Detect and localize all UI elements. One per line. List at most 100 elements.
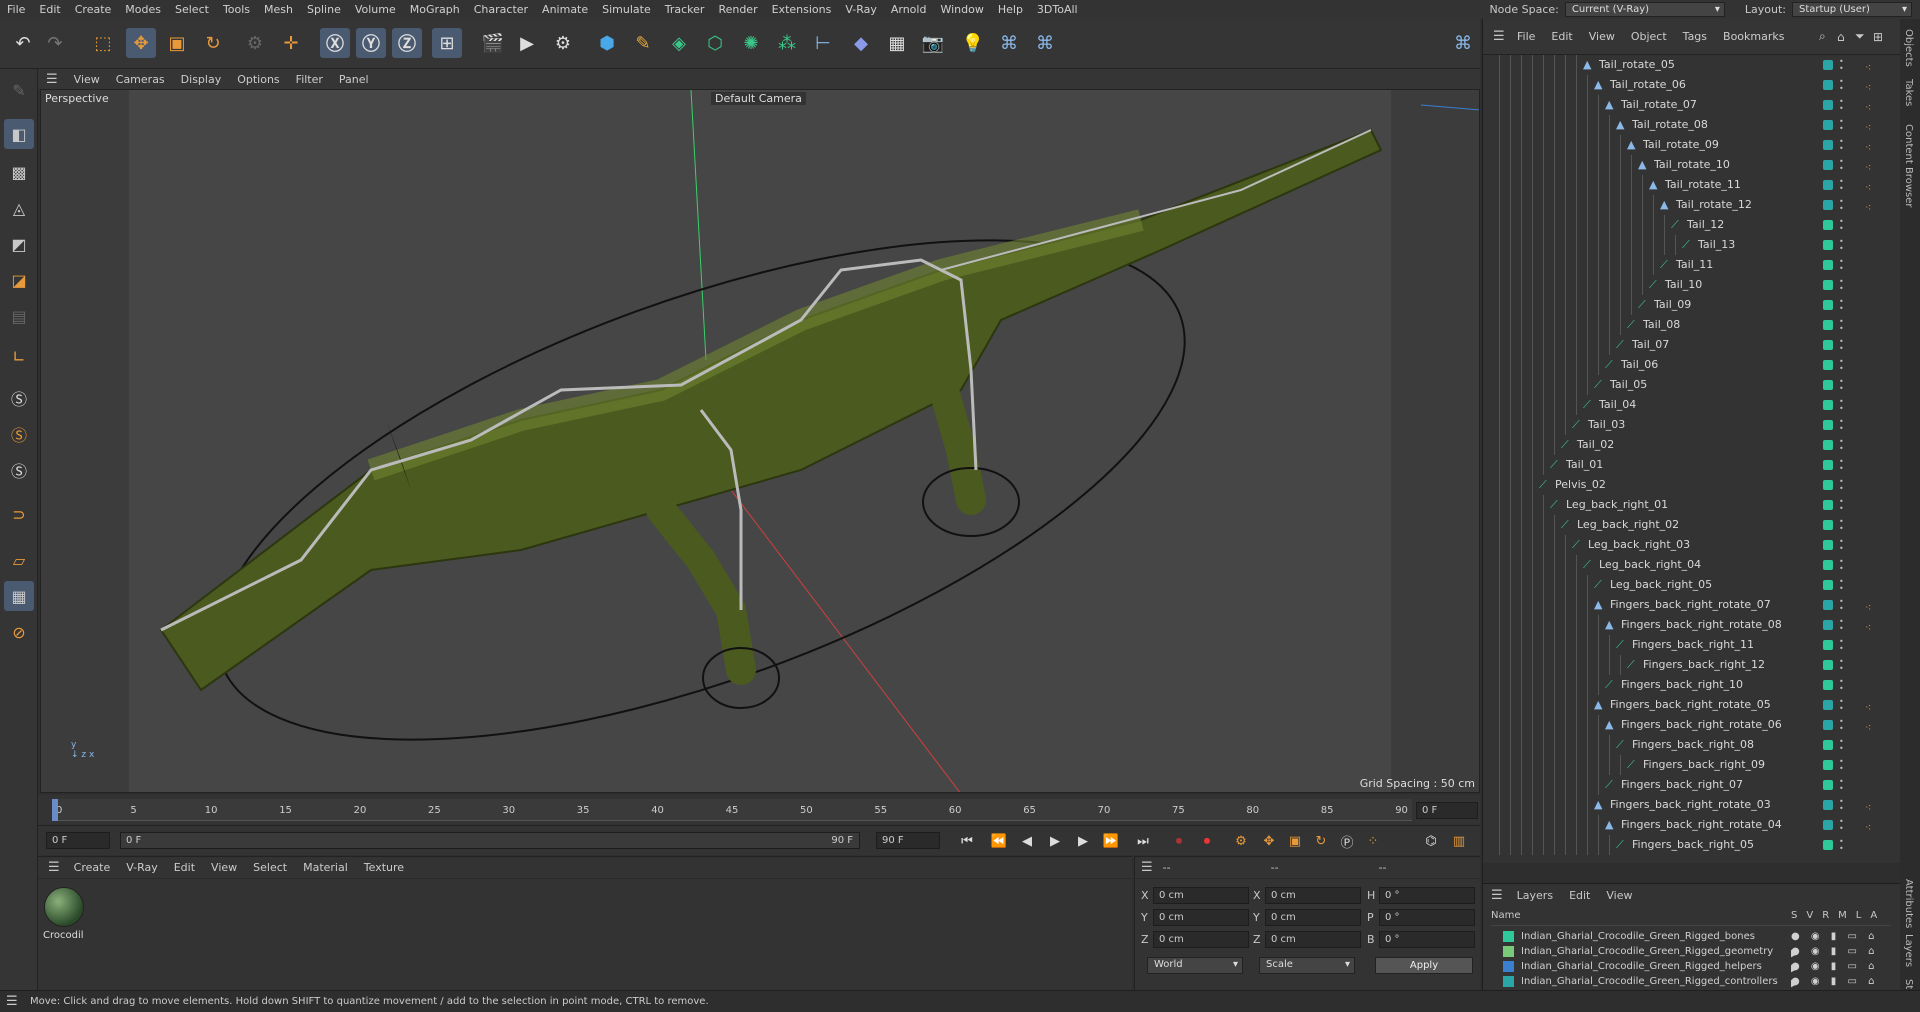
tree-row[interactable]: ▲ Tail_rotate_07 • • ⁖ [1483, 95, 1901, 115]
polygons-mode-icon[interactable]: ◪ [4, 265, 34, 295]
visibility-dots-icon[interactable]: • • [1839, 798, 1844, 813]
objects-menu-2[interactable]: View [1581, 30, 1623, 43]
layer-color-swatch[interactable] [1503, 946, 1514, 957]
menu-item-4[interactable]: Select [168, 0, 216, 19]
tree-row[interactable]: ▲ Fingers_back_right_rotate_04 • • ⁖ [1483, 815, 1901, 835]
object-name[interactable]: Tail_09 [1654, 295, 1691, 315]
frame-range-slider[interactable]: 0 F 90 F [120, 832, 860, 849]
python-icon[interactable]: ⌘ [994, 28, 1024, 58]
tree-row[interactable]: ▲ Tail_rotate_09 • • ⁖ [1483, 135, 1901, 155]
home-icon[interactable]: ⌂ [1837, 30, 1845, 44]
layer-color-swatch[interactable] [1503, 976, 1514, 987]
visibility-dots-icon[interactable]: • • [1839, 98, 1844, 113]
tree-row[interactable]: ⟋ Tail_01 • • [1483, 455, 1901, 475]
snap-mode-icon[interactable]: Ⓢ [4, 455, 34, 485]
model-mode-icon[interactable]: ◧ [4, 119, 34, 149]
object-name[interactable]: Fingers_back_right_08 [1632, 735, 1754, 755]
menu-item-5[interactable]: Tools [216, 0, 257, 19]
viewport-menu-2[interactable]: Display [173, 73, 230, 86]
tree-row[interactable]: ▲ Fingers_back_right_rotate_08 • • ⁖ [1483, 615, 1901, 635]
tree-row[interactable]: ▲ Fingers_back_right_rotate_03 • • ⁖ [1483, 795, 1901, 815]
pos-z-field[interactable]: 0 cm [1153, 931, 1249, 948]
material-hamburger-icon[interactable]: ☰ [42, 860, 66, 875]
camera-icon[interactable]: 📷 [918, 28, 948, 58]
cloner-icon[interactable]: ✺ [736, 28, 766, 58]
tree-row[interactable]: ⟋ Pelvis_02 • • [1483, 475, 1901, 495]
viewport-menu-1[interactable]: Cameras [108, 73, 173, 86]
uv-mode-icon[interactable]: ▤ [4, 301, 34, 331]
tree-row[interactable]: ⟋ Leg_back_right_01 • • [1483, 495, 1901, 515]
side-tab-2[interactable]: Content Browser [1903, 124, 1914, 207]
new-window-icon[interactable]: ⊞ [1873, 30, 1883, 44]
texture-mode-icon[interactable]: ▩ [4, 157, 34, 187]
object-name[interactable]: Leg_back_right_02 [1577, 515, 1679, 535]
tree-row[interactable]: ⟋ Tail_03 • • [1483, 415, 1901, 435]
tree-row[interactable]: ▲ Fingers_back_right_rotate_05 • • ⁖ [1483, 695, 1901, 715]
visibility-dots-icon[interactable]: • • [1839, 838, 1844, 853]
object-name[interactable]: Fingers_back_right_rotate_07 [1610, 595, 1771, 615]
visibility-dots-icon[interactable]: • • [1839, 458, 1844, 473]
undo-icon[interactable]: ↶ [8, 28, 38, 58]
object-tree[interactable]: ▲ Tail_rotate_05 • • ⁖ ▲ Tail_rotate_06 • • ⁖ ▲ T… [1483, 55, 1901, 863]
pos-y-field[interactable]: 0 cm [1153, 909, 1249, 926]
visibility-dots-icon[interactable]: • • [1839, 138, 1844, 153]
rot-h-field[interactable]: 0 ° [1379, 887, 1475, 904]
layer-color-swatch[interactable] [1503, 931, 1514, 942]
visibility-dots-icon[interactable]: • • [1839, 318, 1844, 333]
menu-item-12[interactable]: Simulate [595, 0, 658, 19]
menu-item-2[interactable]: Create [68, 0, 119, 19]
menu-item-13[interactable]: Tracker [658, 0, 712, 19]
visibility-dots-icon[interactable]: • • [1839, 258, 1844, 273]
object-name[interactable]: Tail_rotate_06 [1610, 75, 1686, 95]
object-name[interactable]: Tail_rotate_08 [1632, 115, 1708, 135]
current-frame-field[interactable]: 0 F [1416, 802, 1478, 819]
object-name[interactable]: Fingers_back_right_05 [1632, 835, 1754, 855]
layer-color-swatch[interactable] [1503, 961, 1514, 972]
visibility-dots-icon[interactable]: • • [1839, 418, 1844, 433]
visibility-dots-icon[interactable]: • • [1839, 338, 1844, 353]
menu-item-9[interactable]: MoGraph [403, 0, 467, 19]
tree-row[interactable]: ⟋ Fingers_back_right_05 • • [1483, 835, 1901, 855]
deformer-icon[interactable]: ⊢ [808, 28, 838, 58]
objects-menu-4[interactable]: Tags [1675, 30, 1715, 43]
tree-row[interactable]: ⟋ Leg_back_right_03 • • [1483, 535, 1901, 555]
tree-row[interactable]: ⟋ Leg_back_right_04 • • [1483, 555, 1901, 575]
object-name[interactable]: Fingers_back_right_07 [1621, 775, 1743, 795]
filter-icon[interactable]: ⏷ [1855, 29, 1865, 44]
key-selection-icon[interactable]: ⚙ [1230, 831, 1252, 851]
extrude-icon[interactable]: ⬡ [700, 28, 730, 58]
tree-row[interactable]: ⟋ Tail_11 • • [1483, 255, 1901, 275]
redo-icon[interactable]: ↷ [40, 28, 70, 58]
layers-menu-2[interactable]: View [1598, 889, 1640, 902]
side-tab-0[interactable]: Objects [1903, 29, 1914, 67]
snap-icon[interactable]: Ⓢ [4, 383, 34, 413]
tree-row[interactable]: ⟋ Tail_05 • • [1483, 375, 1901, 395]
material-menu-2[interactable]: Edit [166, 861, 203, 874]
visibility-dots-icon[interactable]: • • [1839, 298, 1844, 313]
tree-row[interactable]: ⟋ Fingers_back_right_09 • • [1483, 755, 1901, 775]
visibility-dots-icon[interactable]: • • [1839, 718, 1844, 733]
visibility-dots-icon[interactable]: • • [1839, 218, 1844, 233]
visibility-dots-icon[interactable]: • • [1839, 378, 1844, 393]
tree-row[interactable]: ⟋ Tail_06 • • [1483, 355, 1901, 375]
render-settings-icon[interactable]: ⚙ [548, 28, 578, 58]
timeline-ruler[interactable]: 0 5 10 15 20 25 30 35 40 45 50 55 60 65 70 75 80 85 90 [52, 799, 1412, 821]
tree-row[interactable]: ▲ Tail_rotate_08 • • ⁖ [1483, 115, 1901, 135]
visibility-dots-icon[interactable]: • • [1839, 438, 1844, 453]
playhead[interactable] [52, 799, 58, 821]
tree-row[interactable]: ▲ Tail_rotate_11 • • ⁖ [1483, 175, 1901, 195]
tree-row[interactable]: ⟋ Fingers_back_right_07 • • [1483, 775, 1901, 795]
record-icon[interactable]: ⏺ [1168, 831, 1190, 851]
scale-icon[interactable]: ▣ [162, 28, 192, 58]
tree-row[interactable]: ⟋ Tail_04 • • [1483, 395, 1901, 415]
menu-item-10[interactable]: Character [467, 0, 535, 19]
object-name[interactable]: Tail_13 [1698, 235, 1735, 255]
menu-item-18[interactable]: Window [933, 0, 990, 19]
size-y-field[interactable]: 0 cm [1265, 909, 1361, 926]
size-z-field[interactable]: 0 cm [1265, 931, 1361, 948]
apply-button[interactable]: Apply [1375, 957, 1473, 974]
object-name[interactable]: Tail_08 [1643, 315, 1680, 335]
coordinate-system-icon[interactable]: ⊞ [432, 28, 462, 58]
object-name[interactable]: Fingers_back_right_12 [1643, 655, 1765, 675]
tree-row[interactable]: ⟋ Tail_08 • • [1483, 315, 1901, 335]
